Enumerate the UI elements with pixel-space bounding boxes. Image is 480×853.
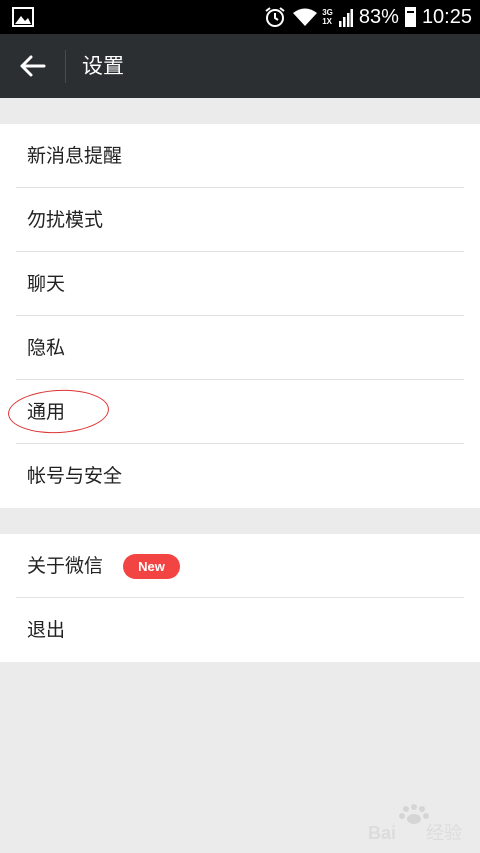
- settings-group-main: 新消息提醒 勿扰模式 聊天 隐私 通用 帐号与安全: [0, 124, 480, 508]
- settings-item-label: 退出: [27, 619, 66, 641]
- battery-percent: 83%: [358, 5, 399, 28]
- settings-item-label: 隐私: [27, 337, 66, 359]
- status-bar: 3G 1X 83% 10:25: [0, 0, 480, 34]
- settings-item-chat[interactable]: 聊天: [16, 252, 464, 316]
- settings-item-label: 勿扰模式: [27, 209, 104, 231]
- settings-item-account-security[interactable]: 帐号与安全: [16, 444, 464, 508]
- clock: 10:25: [421, 5, 472, 28]
- settings-item-about-wechat[interactable]: 关于微信 New: [16, 534, 464, 598]
- settings-item-logout[interactable]: 退出: [16, 598, 464, 662]
- image-icon: [12, 7, 34, 27]
- wifi-icon: [293, 8, 318, 26]
- settings-group-about: 关于微信 New 退出: [0, 534, 480, 662]
- network-top-label: 3G: [322, 8, 333, 17]
- title-bar: 设置: [0, 34, 480, 98]
- settings-item-label: 关于微信: [27, 555, 104, 577]
- settings-item-do-not-disturb[interactable]: 勿扰模式: [16, 188, 464, 252]
- network-type: 3G 1X: [322, 8, 333, 26]
- settings-item-label: 帐号与安全: [27, 465, 123, 487]
- baidu-watermark: Bai 经验: [368, 804, 462, 844]
- network-bottom-label: 1X: [322, 17, 333, 26]
- signal-icon: [338, 9, 353, 27]
- settings-item-label: 聊天: [27, 273, 66, 295]
- arrow-left-icon[interactable]: [18, 54, 46, 78]
- settings-item-label: 新消息提醒: [27, 145, 123, 167]
- svg-text:Bai: Bai: [368, 823, 396, 843]
- settings-item-privacy[interactable]: 隐私: [16, 316, 464, 380]
- new-badge: New: [123, 554, 180, 579]
- page-title: 设置: [82, 54, 124, 78]
- svg-text:经验: 经验: [426, 823, 462, 844]
- settings-item-new-message-alerts[interactable]: 新消息提醒: [16, 124, 464, 188]
- alarm-icon: [265, 7, 285, 27]
- battery-icon: [404, 7, 416, 27]
- header-divider: [65, 50, 66, 83]
